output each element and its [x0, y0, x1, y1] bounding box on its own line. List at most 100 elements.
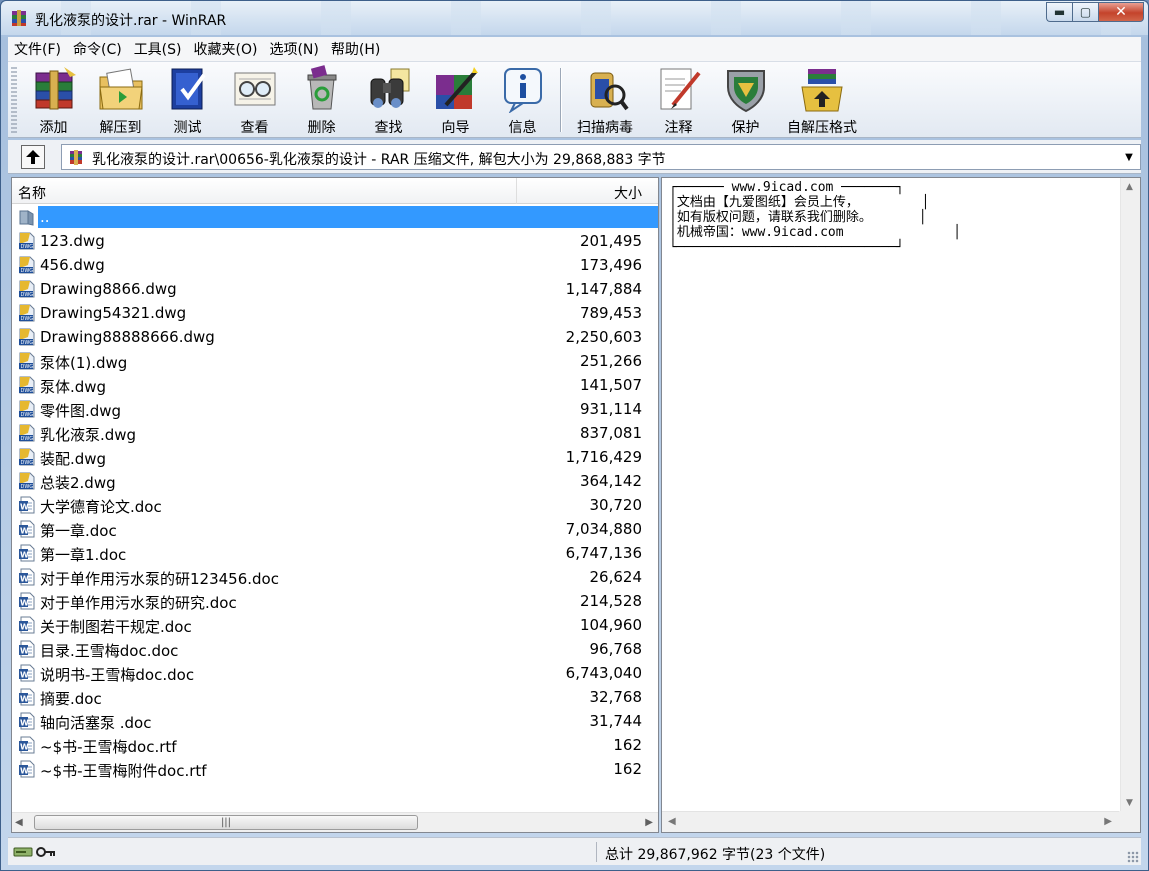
comment-button[interactable]: 注释	[645, 62, 712, 137]
column-header-size[interactable]: 大小	[614, 183, 642, 203]
file-row[interactable]: DWG 123.dwg 201,495	[12, 229, 658, 253]
file-name: 泵体(1).dwg	[40, 354, 128, 372]
file-name: 装配.dwg	[40, 450, 107, 468]
title-bar[interactable]: 乳化液泵的设计.rar - WinRAR ▬ ▢ ✕	[1, 1, 1148, 35]
file-row[interactable]: W 第一章1.doc 6,747,136	[12, 541, 658, 565]
dwg-file-icon: DWG	[19, 472, 35, 490]
svg-text:DWG: DWG	[21, 460, 34, 466]
word-document-icon: W	[19, 568, 35, 586]
dwg-file-icon: DWG	[19, 352, 35, 370]
extract-to-label: 解压到	[99, 120, 142, 136]
view-button[interactable]: 查看	[221, 62, 288, 137]
file-row[interactable]: W 关于制图若干规定.doc 104,960	[12, 613, 658, 637]
info-button[interactable]: 信息	[489, 62, 556, 137]
menu-file[interactable]: 文件(F)	[8, 39, 67, 59]
menu-commands[interactable]: 命令(C)	[67, 39, 128, 59]
file-row[interactable]: W 目录.王雪梅doc.doc 96,768	[12, 637, 658, 661]
file-row[interactable]: W ~$书-王雪梅doc.rtf 162	[12, 733, 658, 757]
resize-grip[interactable]	[1127, 851, 1139, 863]
file-name: 目录.王雪梅doc.doc	[40, 642, 179, 660]
up-arrow-icon	[26, 150, 40, 164]
menu-bar: 文件(F) 命令(C) 工具(S) 收藏夹(O) 选项(N) 帮助(H)	[8, 37, 1141, 61]
scroll-left-icon[interactable]: ◀	[15, 817, 23, 828]
file-row[interactable]: W 轴向活塞泵 .doc 31,744	[12, 709, 658, 733]
minimize-icon: ▬	[1053, 5, 1066, 19]
file-name: 对于单作用污水泵的研123456.doc	[40, 570, 279, 588]
comment-horizontal-scrollbar[interactable]: ◀ ▶	[662, 811, 1120, 832]
file-row[interactable]: W 对于单作用污水泵的研123456.doc 26,624	[12, 565, 658, 589]
up-one-level-button[interactable]	[21, 145, 45, 169]
file-row[interactable]: W 摘要.doc 32,768	[12, 685, 658, 709]
scan-virus-button[interactable]: 扫描病毒	[565, 62, 645, 137]
close-button[interactable]: ✕	[1098, 2, 1144, 22]
file-name: 对于单作用污水泵的研究.doc	[40, 594, 237, 612]
file-size: 2,250,603	[565, 328, 642, 346]
file-row[interactable]: DWG Drawing54321.dwg 789,453	[12, 301, 658, 325]
file-row[interactable]: DWG 泵体.dwg 141,507	[12, 373, 658, 397]
delete-button[interactable]: 删除	[288, 62, 355, 137]
file-row[interactable]: DWG 泵体(1).dwg 251,266	[12, 349, 658, 373]
file-size: 162	[613, 760, 642, 778]
svg-text:W: W	[20, 551, 29, 560]
file-row[interactable]: DWG 装配.dwg 1,716,429	[12, 445, 658, 469]
file-list-horizontal-scrollbar[interactable]: ◀ ||| ▶	[12, 812, 658, 832]
maximize-button[interactable]: ▢	[1072, 2, 1098, 22]
folder-up-icon	[19, 210, 34, 226]
comment-pen-icon	[660, 68, 701, 110]
test-button[interactable]: 测试	[154, 62, 221, 137]
file-row[interactable]: DWG Drawing88888666.dwg 2,250,603	[12, 325, 658, 349]
drive-icon[interactable]	[13, 846, 33, 858]
scroll-right-icon[interactable]: ▶	[1104, 816, 1112, 827]
key-icon[interactable]	[36, 846, 56, 858]
svg-text:W: W	[20, 527, 29, 536]
file-name: Drawing88888666.dwg	[40, 328, 215, 346]
column-divider[interactable]	[516, 178, 517, 204]
file-row[interactable]: DWG 456.dwg 173,496	[12, 253, 658, 277]
file-row[interactable]: W 对于单作用污水泵的研究.doc 214,528	[12, 589, 658, 613]
address-field[interactable]: 乳化液泵的设计.rar\00656-乳化液泵的设计 - RAR 压缩文件, 解包…	[61, 144, 1141, 170]
scroll-thumb[interactable]: |||	[34, 815, 418, 830]
column-header-name[interactable]: 名称	[18, 183, 46, 203]
menu-options[interactable]: 选项(N)	[263, 39, 324, 59]
sfx-button[interactable]: 自解压格式	[779, 62, 865, 137]
menu-tools[interactable]: 工具(S)	[128, 39, 188, 59]
scroll-down-icon[interactable]: ▼	[1126, 798, 1133, 808]
menu-favorites[interactable]: 收藏夹(O)	[188, 39, 264, 59]
scroll-up-icon[interactable]: ▲	[1126, 182, 1133, 192]
svg-text:DWG: DWG	[21, 388, 34, 394]
minimize-button[interactable]: ▬	[1046, 2, 1072, 22]
scroll-left-icon[interactable]: ◀	[668, 816, 676, 827]
file-row[interactable]: W 大学德育论文.doc 30,720	[12, 493, 658, 517]
dwg-file-icon: DWG	[19, 232, 35, 250]
file-name: 摘要.doc	[40, 690, 102, 708]
file-row[interactable]: W 第一章.doc 7,034,880	[12, 517, 658, 541]
menu-help[interactable]: 帮助(H)	[325, 39, 386, 59]
address-dropdown-button[interactable]: ▼	[1121, 148, 1137, 166]
comment-vertical-scrollbar[interactable]: ▲ ▼	[1120, 178, 1140, 812]
file-row[interactable]: DWG Drawing8866.dwg 1,147,884	[12, 277, 658, 301]
protect-button[interactable]: 保护	[712, 62, 779, 137]
window-controls: ▬ ▢ ✕	[1046, 2, 1144, 22]
extract-to-button[interactable]: 解压到	[87, 62, 154, 137]
delete-label: 删除	[307, 120, 336, 136]
dwg-file-icon: DWG	[19, 328, 35, 346]
dwg-file-icon: DWG	[19, 448, 35, 466]
scroll-right-icon[interactable]: ▶	[645, 817, 653, 828]
file-row[interactable]: DWG 总装2.dwg 364,142	[12, 469, 658, 493]
parent-folder-row[interactable]: ..	[12, 205, 658, 229]
find-label: 查找	[374, 120, 403, 136]
file-row[interactable]: DWG 乳化液泵.dwg 837,081	[12, 421, 658, 445]
winrar-app-icon[interactable]	[10, 9, 28, 27]
add-button[interactable]: 添加	[20, 62, 87, 137]
file-row[interactable]: W ~$书-王雪梅附件doc.rtf 162	[12, 757, 658, 781]
file-row[interactable]: W 说明书-王雪梅doc.doc 6,743,040	[12, 661, 658, 685]
file-row[interactable]: DWG 零件图.dwg 931,114	[12, 397, 658, 421]
status-separator	[596, 842, 597, 862]
svg-text:W: W	[20, 575, 29, 584]
wizard-button[interactable]: 向导	[422, 62, 489, 137]
file-size: 837,081	[579, 424, 642, 442]
comment-label: 注释	[664, 120, 693, 136]
file-name: 第一章.doc	[40, 522, 117, 540]
toolbar-grip[interactable]	[11, 67, 17, 133]
find-button[interactable]: 查找	[355, 62, 422, 137]
